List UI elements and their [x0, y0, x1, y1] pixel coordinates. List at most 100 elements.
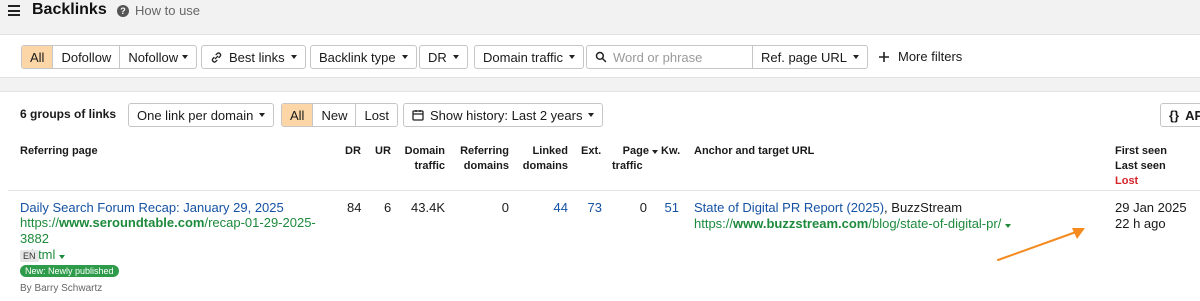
- more-filters-label: More filters: [898, 49, 963, 64]
- col-page-traffic-line2: traffic: [612, 160, 643, 172]
- sort-desc-icon: [652, 150, 658, 154]
- chevron-down-icon: [452, 55, 459, 59]
- col-dr[interactable]: DR: [345, 144, 361, 159]
- anchor-suffix: , BuzzStream: [884, 200, 963, 215]
- chevron-down-icon: [568, 55, 575, 59]
- grouping-dropdown[interactable]: One link per domain: [128, 103, 275, 127]
- referring-domains-value: 0: [501, 200, 509, 215]
- col-domain-traffic-line2: traffic: [414, 160, 445, 172]
- col-seen[interactable]: First seen Last seen Lost: [1115, 144, 1167, 189]
- nofollow-label: Nofollow: [128, 49, 179, 65]
- chevron-down-icon: [181, 55, 188, 59]
- col-last-seen: Last seen: [1115, 160, 1166, 172]
- col-referring-domains[interactable]: Referring domains: [455, 144, 509, 174]
- search-input[interactable]: Word or phrase: [586, 45, 753, 69]
- calendar-icon: [412, 110, 424, 121]
- author-label: By Barry Schwartz: [20, 283, 103, 294]
- api-button[interactable]: {} AP: [1160, 103, 1200, 127]
- status-toggle: All New Lost: [281, 103, 399, 127]
- status-new[interactable]: New: [313, 104, 357, 126]
- backlink-type-dropdown[interactable]: Backlink type: [310, 45, 417, 69]
- link-type-nofollow[interactable]: Nofollow: [120, 46, 195, 68]
- dr-dropdown[interactable]: DR: [419, 45, 468, 69]
- status-badge: New: Newly published: [20, 265, 119, 277]
- col-linked-domains-line1: Linked: [532, 145, 568, 157]
- language-badge: EN: [20, 250, 39, 262]
- target-url-prefix: https://: [694, 216, 734, 231]
- how-to-use-link[interactable]: ? How to use: [117, 3, 200, 18]
- chevron-down-icon[interactable]: [59, 255, 66, 259]
- col-anchor[interactable]: Anchor and target URL: [694, 144, 814, 159]
- col-kw[interactable]: Kw.: [661, 144, 680, 159]
- anchor-text-link[interactable]: State of Digital PR Report (2025): [694, 200, 884, 215]
- linked-domains-link[interactable]: 44: [518, 200, 568, 215]
- chevron-down-icon: [290, 55, 297, 59]
- how-to-use-label: How to use: [135, 3, 201, 18]
- col-domain-traffic[interactable]: Domain traffic: [400, 144, 445, 174]
- col-referring-page[interactable]: Referring page: [20, 144, 98, 159]
- question-circle-icon: ?: [117, 4, 129, 17]
- search-icon: [595, 51, 607, 63]
- grouping-label: One link per domain: [137, 107, 254, 123]
- col-ext[interactable]: Ext.: [581, 144, 601, 159]
- ref-page-url-label: Ref. page URL: [761, 49, 847, 65]
- last-seen-value: 22 h ago: [1115, 216, 1166, 231]
- best-links-dropdown[interactable]: Best links: [201, 45, 306, 69]
- history-dropdown[interactable]: Show history: Last 2 years: [403, 103, 604, 127]
- ref-page-url-dropdown[interactable]: Ref. page URL: [752, 45, 868, 69]
- menu-icon[interactable]: [8, 5, 20, 16]
- code-braces-icon: {}: [1169, 107, 1180, 123]
- col-linked-domains[interactable]: Linked domains: [518, 144, 568, 174]
- col-domain-traffic-line1: Domain: [404, 145, 445, 157]
- search-placeholder: Word or phrase: [613, 49, 703, 65]
- domain-traffic-value: 43.4K: [411, 200, 445, 215]
- backlinks-table-panel: 6 groups of links One link per domain Al…: [0, 91, 1200, 301]
- referring-page-title-link[interactable]: Daily Search Forum Recap: January 29, 20…: [20, 200, 284, 215]
- annotation-arrow-icon: [997, 228, 1085, 261]
- ext-link[interactable]: 73: [580, 200, 602, 215]
- page-traffic-value: 0: [639, 200, 647, 215]
- col-linked-domains-line2: domains: [522, 160, 568, 172]
- link-type-all[interactable]: All: [22, 46, 54, 68]
- link-type-toggle: All Dofollow Nofollow: [21, 45, 197, 69]
- keywords-link[interactable]: 51: [661, 200, 679, 215]
- more-filters-button[interactable]: More filters: [878, 49, 962, 64]
- url-prefix: https://: [20, 215, 60, 230]
- domain-traffic-dropdown[interactable]: Domain traffic: [474, 45, 584, 69]
- domain-traffic-label: Domain traffic: [483, 49, 563, 65]
- col-referring-domains-line1: Referring: [460, 145, 509, 157]
- best-links-label: Best links: [229, 49, 285, 65]
- dr-label: DR: [428, 49, 447, 65]
- col-ur[interactable]: UR: [375, 144, 391, 159]
- page-title: Backlinks: [32, 1, 107, 18]
- col-page-traffic[interactable]: Page traffic: [612, 144, 658, 174]
- history-label: Show history: Last 2 years: [430, 107, 583, 123]
- referring-page-url-link[interactable]: https://www.seroundtable.com/recap-01-29…: [20, 215, 340, 263]
- first-seen-value: 29 Jan 2025: [1115, 200, 1187, 215]
- groups-count: 6 groups of links: [20, 107, 117, 121]
- status-lost[interactable]: Lost: [356, 104, 397, 126]
- plus-icon: [879, 51, 889, 62]
- link-icon: [211, 51, 222, 63]
- chevron-down-icon: [259, 113, 266, 117]
- col-referring-domains-line2: domains: [463, 160, 509, 172]
- url-domain: www.seroundtable.com: [59, 215, 205, 230]
- backlink-type-label: Backlink type: [319, 49, 396, 65]
- target-url-link[interactable]: https://www.buzzstream.com/blog/state-of…: [694, 216, 1011, 231]
- filter-bar: All Dofollow Nofollow Best links Backlin…: [0, 34, 1200, 78]
- target-url-path: /blog/state-of-digital-pr/: [868, 216, 1002, 231]
- ur-value: 6: [384, 200, 392, 215]
- target-url-domain: www.buzzstream.com: [733, 216, 869, 231]
- api-label: AP: [1185, 107, 1200, 123]
- header-divider: [8, 190, 1200, 191]
- chevron-down-icon: [588, 113, 595, 117]
- status-all[interactable]: All: [282, 104, 314, 126]
- dr-value: 84: [347, 200, 362, 215]
- col-lost: Lost: [1115, 175, 1139, 187]
- link-type-dofollow[interactable]: Dofollow: [53, 46, 121, 68]
- col-first-seen: First seen: [1115, 145, 1167, 157]
- chevron-down-icon: [401, 55, 408, 59]
- anchor-cell: State of Digital PR Report (2025), BuzzS…: [694, 200, 962, 215]
- chevron-down-icon: [853, 55, 859, 59]
- col-page-traffic-line1: Page: [622, 145, 649, 157]
